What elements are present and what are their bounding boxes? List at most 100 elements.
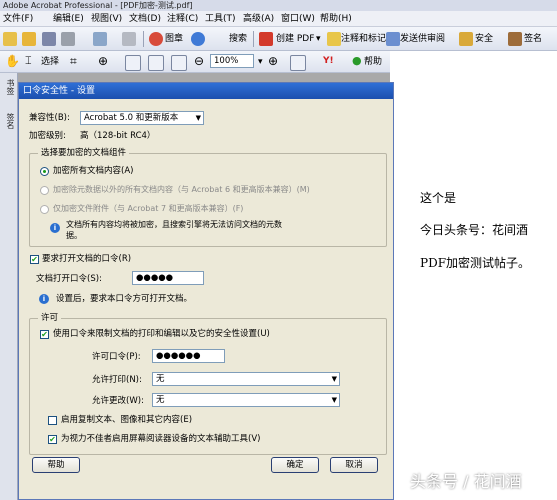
menu-comment[interactable]: 注释(C) — [167, 13, 198, 25]
menu-tools[interactable]: 工具(T) — [205, 13, 236, 25]
menu-window[interactable]: 窗口(W) — [281, 13, 315, 25]
dialog-title: 口令安全性 - 设置 — [19, 83, 393, 99]
radio-encrypt-except-metadata[interactable] — [40, 186, 49, 195]
menu-file[interactable]: 文件(F) — [3, 13, 33, 25]
hand-tool-icon[interactable]: ✋ — [5, 54, 20, 68]
radio-encrypt-except-metadata-label[interactable]: 加密除元数据以外的所有文档内容（与 Acrobat 6 和更高版本兼容）(M) — [53, 184, 310, 196]
permission-password-label: 许可口令(P): — [92, 352, 141, 362]
ok-button[interactable]: 确定 — [271, 457, 319, 473]
components-info-line1: 文档所有内容均将被加密，且搜索引擎将无法访问文档的元数 — [66, 220, 282, 229]
restrict-permissions-label[interactable]: 使用口令来限制文档的打印和编辑以及它的安全性设置(U) — [53, 328, 270, 340]
main-toolbar: 图章 搜索 创建 PDF ▾ 注释和标记 发送供审阅 安全 签名 — [0, 27, 557, 51]
tab-bookmarks[interactable]: 书签 — [2, 79, 15, 95]
allow-change-label: 允许更改(W): — [92, 396, 144, 406]
yahoo-toolbar-icon[interactable]: Y! — [323, 54, 334, 68]
permission-password-input[interactable]: ●●●●●● — [152, 349, 225, 363]
chevron-down-icon[interactable]: ▾ — [316, 32, 321, 46]
zoom-out-icon[interactable]: ⊖ — [194, 54, 204, 68]
components-group-title: 选择要加密的文档组件 — [38, 147, 130, 159]
organizer-icon[interactable] — [22, 32, 36, 46]
open-folder-icon[interactable] — [3, 32, 17, 46]
allow-change-value: 无 — [156, 395, 165, 405]
lock-icon[interactable] — [459, 32, 473, 46]
allow-print-select[interactable]: 无 ▼ — [152, 372, 340, 386]
zoom-icon[interactable]: ⊕ — [98, 54, 108, 68]
zoom-dropdown-icon[interactable]: ▾ — [258, 55, 263, 69]
zoom-level-input[interactable]: 100% — [210, 54, 254, 68]
tab-signatures[interactable]: 签名 — [2, 113, 15, 129]
chevron-down-icon: ▼ — [331, 396, 337, 404]
stamp-label[interactable]: 图章 — [165, 32, 183, 46]
help-circle-icon[interactable]: ● — [352, 54, 362, 68]
encryption-level-value: 高（128-bit RC4） — [80, 131, 156, 141]
open-password-info: 设置后，要求本口令方可打开文档。 — [56, 294, 193, 304]
restrict-permissions-checkbox[interactable]: ✔ — [40, 330, 49, 339]
send-review-icon[interactable] — [386, 32, 400, 46]
info-icon: i — [39, 294, 49, 304]
doc-line-3: PDF加密测试帖子。 — [420, 256, 531, 270]
require-open-password-checkbox[interactable]: ✔ — [30, 255, 39, 264]
menu-view[interactable]: 视图(V) — [91, 13, 122, 25]
password-security-dialog: 口令安全性 - 设置 兼容性(B): Acrobat 5.0 和更新版本 ▼ 加… — [18, 82, 394, 500]
allow-change-select[interactable]: 无 ▼ — [152, 393, 340, 407]
open-password-label: 文档打开口令(S): — [36, 274, 102, 284]
help-button[interactable]: 帮助 — [364, 55, 382, 69]
enable-copy-label[interactable]: 启用复制文本、图像和其它内容(E) — [61, 414, 192, 426]
toolbar-divider — [253, 31, 254, 47]
watermark: 头条号 / 花间酒 — [410, 472, 522, 491]
search-label[interactable]: 搜索 — [229, 32, 247, 46]
sign-button[interactable]: 签名 — [524, 32, 542, 46]
chevron-down-icon: ▼ — [195, 114, 201, 122]
create-pdf-button[interactable]: 创建 PDF — [276, 32, 314, 46]
sign-pen-icon[interactable] — [508, 32, 522, 46]
compatibility-label: 兼容性(B): — [29, 113, 70, 123]
allow-print-label: 允许打印(N): — [92, 375, 142, 385]
security-button[interactable]: 安全 — [475, 32, 493, 46]
menu-document[interactable]: 文档(D) — [129, 13, 161, 25]
radio-encrypt-all-label[interactable]: 加密所有文档内容(A) — [53, 165, 133, 177]
components-group: 选择要加密的文档组件 加密所有文档内容(A) 加密除元数据以外的所有文档内容（与… — [29, 147, 387, 247]
search-icon[interactable] — [191, 32, 205, 46]
menu-help[interactable]: 帮助(H) — [320, 13, 352, 25]
allow-print-value: 无 — [156, 374, 165, 384]
snapshot-icon[interactable]: ⌗ — [70, 54, 77, 68]
require-open-password-label[interactable]: 要求打开文档的口令(R) — [42, 253, 131, 265]
select-cursor-icon[interactable]: ⌶ — [25, 54, 32, 68]
secondary-toolbar: ✋ ⌶ 选择 ⌗ ⊕ ⊖ 100% ▾ ⊕ Y! ● 帮助 — [0, 51, 390, 73]
enable-accessibility-label[interactable]: 为视力不佳者启用屏幕阅读器设备的文本辅助工具(V) — [61, 433, 260, 445]
encryption-level-label: 加密级别: — [29, 131, 66, 141]
radio-encrypt-all[interactable] — [40, 167, 49, 176]
create-pdf-icon[interactable] — [259, 32, 273, 46]
menu-advanced[interactable]: 高级(A) — [243, 13, 274, 25]
print-icon[interactable] — [61, 32, 75, 46]
stamp-icon[interactable] — [149, 32, 163, 46]
enable-copy-checkbox[interactable]: ✔ — [48, 416, 57, 425]
page-layout-icon[interactable] — [290, 55, 306, 71]
email-icon[interactable] — [93, 32, 107, 46]
menu-edit[interactable]: 编辑(E) — [53, 13, 84, 25]
radio-encrypt-attachments-label[interactable]: 仅加密文件附件（与 Acrobat 7 和更高版本兼容）(F) — [53, 203, 243, 215]
fit-width-icon[interactable] — [171, 55, 187, 71]
document-page[interactable]: 这个是 今日头条号：花间酒 PDF加密测试帖子。 — [390, 51, 557, 500]
enable-accessibility-checkbox[interactable]: ✔ — [48, 435, 57, 444]
doc-line-1: 这个是 — [420, 191, 457, 205]
comment-markup-button[interactable]: 注释和标记 — [341, 32, 386, 46]
fit-page-icon[interactable] — [148, 55, 164, 71]
select-tool-button[interactable]: 选择 — [41, 55, 59, 69]
save-icon[interactable] — [42, 32, 56, 46]
permissions-group-title: 许可 — [38, 312, 62, 324]
send-review-button[interactable]: 发送供审阅 — [400, 32, 445, 46]
cancel-button[interactable]: 取消 — [330, 457, 378, 473]
comment-icon[interactable] — [327, 32, 341, 46]
zoom-in-icon[interactable]: ⊕ — [268, 54, 278, 68]
radio-encrypt-attachments[interactable] — [40, 205, 49, 214]
help-button[interactable]: 帮助 — [32, 457, 80, 473]
actual-size-icon[interactable] — [125, 55, 141, 71]
components-info-line2: 据。 — [66, 231, 82, 240]
navigation-panel: 书签 签名 — [0, 73, 18, 500]
toolbar-divider — [143, 31, 144, 47]
compatibility-select[interactable]: Acrobat 5.0 和更新版本 ▼ — [80, 111, 204, 125]
attach-icon[interactable] — [122, 32, 136, 46]
open-password-input[interactable]: ●●●●● — [132, 271, 204, 285]
window-title: Adobe Acrobat Professional - [PDF加密-测试.p… — [0, 0, 557, 11]
